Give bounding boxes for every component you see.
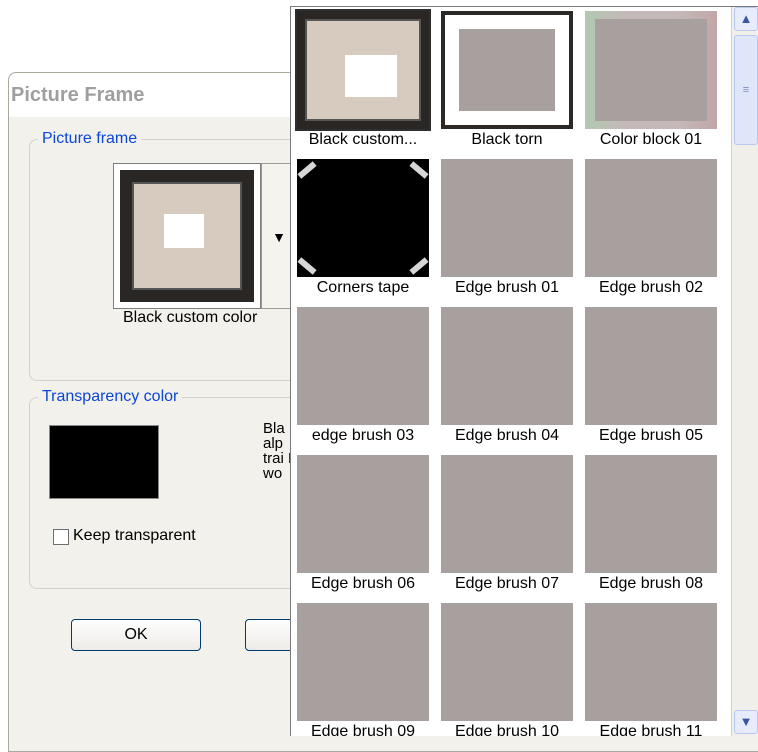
scroll-down-button[interactable]: ▼ <box>734 710 758 734</box>
frame-thumbnail <box>585 603 717 721</box>
ok-button[interactable]: OK <box>71 619 201 651</box>
frame-option-label: Edge brush 10 <box>454 723 560 736</box>
frame-option-edge-brush-07[interactable]: Edge brush 07 <box>435 451 579 599</box>
frame-option-label: Edge brush 11 <box>599 723 703 736</box>
frame-option-edge-brush-06[interactable]: Edge brush 06 <box>291 451 435 599</box>
frame-option-label: Black custom... <box>308 131 418 148</box>
picture-frame-group-label: Picture frame <box>38 130 142 148</box>
frame-option-label: edge brush 03 <box>311 427 415 444</box>
frame-option-label: Edge brush 05 <box>598 427 704 444</box>
scrollbar-thumb[interactable]: ≡ <box>734 35 758 145</box>
frame-thumbnail <box>441 11 573 129</box>
frame-thumbnail <box>297 603 429 721</box>
frame-thumbnail <box>297 307 429 425</box>
frame-option-label: Edge brush 07 <box>454 575 560 592</box>
frame-option-label: Corners tape <box>316 279 410 296</box>
frame-option-edge-brush-01[interactable]: Edge brush 01 <box>435 155 579 303</box>
keep-transparent-checkbox[interactable] <box>53 529 69 545</box>
frame-option-black-torn[interactable]: Black torn <box>435 7 579 155</box>
scroll-up-button[interactable]: ▲ <box>734 7 758 31</box>
popup-scrollbar[interactable]: ▲ ≡ ▼ <box>731 7 758 736</box>
frame-thumbnail <box>297 455 429 573</box>
chevron-up-icon: ▲ <box>739 11 753 26</box>
selected-frame-name: Black custom color <box>123 309 258 326</box>
frame-option-edge-brush-10[interactable]: Edge brush 10 <box>435 599 579 736</box>
transparency-color-swatch[interactable] <box>49 425 159 499</box>
frame-thumbnail <box>441 159 573 277</box>
frame-option-edge-brush-11[interactable]: Edge brush 11 <box>579 599 723 736</box>
frame-option-edge-brush-02[interactable]: Edge brush 02 <box>579 155 723 303</box>
frame-thumbnail <box>441 603 573 721</box>
grip-icon: ≡ <box>742 84 750 96</box>
frame-option-edge-brush-04[interactable]: Edge brush 04 <box>435 303 579 451</box>
frame-thumbnail <box>585 307 717 425</box>
frame-option-edge-brush-08[interactable]: Edge brush 08 <box>579 451 723 599</box>
transparency-color-group-label: Transparency color <box>38 388 183 406</box>
frame-thumbnail <box>297 159 429 277</box>
frame-option-color-block-01[interactable]: Color block 01 <box>579 7 723 155</box>
frame-option-label: Edge brush 04 <box>454 427 560 444</box>
frame-option-label: Black torn <box>471 131 543 148</box>
frame-thumbnail <box>295 9 431 131</box>
frame-thumbnail <box>585 455 717 573</box>
frame-option-label: Color block 01 <box>599 131 703 148</box>
frame-preview[interactable] <box>113 163 261 309</box>
frame-option-label: Edge brush 06 <box>310 575 416 592</box>
caret-down-icon: ▼ <box>272 229 286 245</box>
frame-option-edge-brush-03[interactable]: edge brush 03 <box>291 303 435 451</box>
frame-option-edge-brush-05[interactable]: Edge brush 05 <box>579 303 723 451</box>
frame-thumbnail <box>441 455 573 573</box>
chevron-down-icon: ▼ <box>739 714 753 729</box>
frame-option-black-custom[interactable]: Black custom... <box>291 7 435 155</box>
frame-thumbnail <box>585 159 717 277</box>
frame-preview-image <box>120 170 254 302</box>
frame-option-edge-brush-09[interactable]: Edge brush 09 <box>291 599 435 736</box>
frame-option-label: Edge brush 08 <box>598 575 704 592</box>
frame-option-label: Edge brush 02 <box>598 279 704 296</box>
frame-thumbnail <box>585 11 717 129</box>
frame-picker-popup: Black custom... Black torn Color block 0… <box>290 6 758 736</box>
keep-transparent-label: Keep transparent <box>73 527 196 544</box>
frame-option-corners-tape[interactable]: Corners tape <box>291 155 435 303</box>
frame-option-label: Edge brush 09 <box>310 723 416 736</box>
frame-thumbnail <box>441 307 573 425</box>
frame-option-label: Edge brush 01 <box>454 279 560 296</box>
